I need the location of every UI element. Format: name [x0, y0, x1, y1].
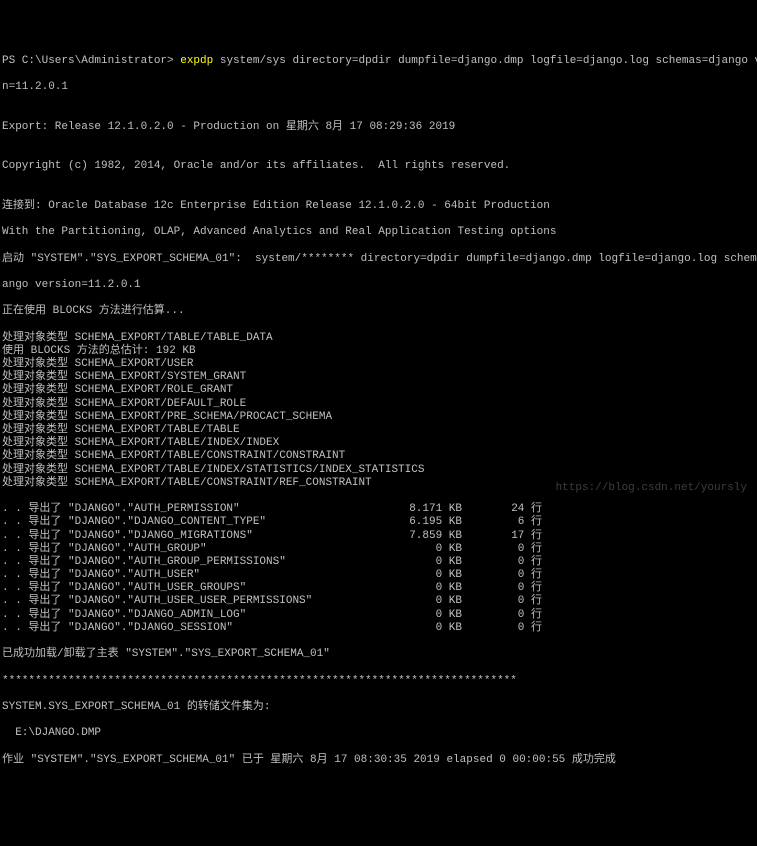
export-table-rows: 0 行: [462, 609, 542, 622]
object-type-line: 处理对象类型 SCHEMA_EXPORT/TABLE/INDEX/STATIST…: [2, 464, 755, 477]
loaded-master-table: 已成功加载/卸载了主表 "SYSTEM"."SYS_EXPORT_SCHEMA_…: [2, 648, 755, 661]
start-job-line2: ango version=11.2.0.1: [2, 279, 755, 292]
export-table-rows: 0 行: [462, 582, 542, 595]
export-table-name: . . 导出了 "DJANGO"."AUTH_GROUP_PERMISSIONS…: [2, 556, 362, 569]
object-type-line: 处理对象类型 SCHEMA_EXPORT/TABLE/TABLE: [2, 424, 755, 437]
dump-set-line: SYSTEM.SYS_EXPORT_SCHEMA_01 的转储文件集为:: [2, 701, 755, 714]
start-job-line1: 启动 "SYSTEM"."SYS_EXPORT_SCHEMA_01": syst…: [2, 253, 755, 266]
separator-line: ****************************************…: [2, 675, 755, 688]
copyright-line: Copyright (c) 1982, 2014, Oracle and/or …: [2, 160, 755, 173]
prompt-line: PS C:\Users\Administrator> expdp system/…: [2, 55, 755, 68]
export-row: . . 导出了 "DJANGO"."AUTH_USER_GROUPS"0 KB0…: [2, 582, 755, 595]
object-type-line: 处理对象类型 SCHEMA_EXPORT/TABLE/CONSTRAINT/CO…: [2, 450, 755, 463]
export-table-rows: 24 行: [462, 503, 542, 516]
export-table-name: . . 导出了 "DJANGO"."AUTH_USER_USER_PERMISS…: [2, 595, 362, 608]
export-row: . . 导出了 "DJANGO"."AUTH_USER_USER_PERMISS…: [2, 595, 755, 608]
export-table-rows: 6 行: [462, 516, 542, 529]
export-row: . . 导出了 "DJANGO"."DJANGO_SESSION"0 KB0 行: [2, 622, 755, 635]
dump-file-line: E:\DJANGO.DMP: [2, 727, 755, 740]
export-table-size: 0 KB: [362, 543, 462, 556]
export-table-size: 0 KB: [362, 622, 462, 635]
export-table-name: . . 导出了 "DJANGO"."DJANGO_ADMIN_LOG": [2, 609, 362, 622]
object-type-line: 处理对象类型 SCHEMA_EXPORT/ROLE_GRANT: [2, 384, 755, 397]
job-completed-line: 作业 "SYSTEM"."SYS_EXPORT_SCHEMA_01" 已于 星期…: [2, 754, 755, 767]
export-table-name: . . 导出了 "DJANGO"."DJANGO_MIGRATIONS": [2, 530, 362, 543]
export-row: . . 导出了 "DJANGO"."DJANGO_ADMIN_LOG"0 KB0…: [2, 609, 755, 622]
export-table-rows: 0 行: [462, 595, 542, 608]
export-row: . . 导出了 "DJANGO"."DJANGO_MIGRATIONS"7.85…: [2, 530, 755, 543]
object-type-line: 处理对象类型 SCHEMA_EXPORT/USER: [2, 358, 755, 371]
export-table-size: 6.195 KB: [362, 516, 462, 529]
export-table-name: . . 导出了 "DJANGO"."AUTH_USER_GROUPS": [2, 582, 362, 595]
export-row: . . 导出了 "DJANGO"."AUTH_USER"0 KB0 行: [2, 569, 755, 582]
export-table-rows: 17 行: [462, 530, 542, 543]
export-table-name: . . 导出了 "DJANGO"."DJANGO_SESSION": [2, 622, 362, 635]
using-blocks-line: 正在使用 BLOCKS 方法进行估算...: [2, 305, 755, 318]
prompt-prefix: PS C:\Users\Administrator>: [2, 55, 180, 67]
object-type-line: 使用 BLOCKS 方法的总估计: 192 KB: [2, 345, 755, 358]
export-table-size: 0 KB: [362, 582, 462, 595]
export-table-name: . . 导出了 "DJANGO"."AUTH_USER": [2, 569, 362, 582]
export-table-name: . . 导出了 "DJANGO"."AUTH_PERMISSION": [2, 503, 362, 516]
with-options-line: With the Partitioning, OLAP, Advanced An…: [2, 226, 755, 239]
export-release: Export: Release 12.1.0.2.0 - Production …: [2, 121, 755, 134]
export-row: . . 导出了 "DJANGO"."DJANGO_CONTENT_TYPE"6.…: [2, 516, 755, 529]
export-table-rows: 0 行: [462, 622, 542, 635]
exports-list: . . 导出了 "DJANGO"."AUTH_PERMISSION"8.171 …: [2, 503, 755, 635]
export-table-rows: 0 行: [462, 569, 542, 582]
export-table-size: 0 KB: [362, 609, 462, 622]
export-table-name: . . 导出了 "DJANGO"."DJANGO_CONTENT_TYPE": [2, 516, 362, 529]
export-row: . . 导出了 "DJANGO"."AUTH_GROUP"0 KB0 行: [2, 543, 755, 556]
export-row: . . 导出了 "DJANGO"."AUTH_GROUP_PERMISSIONS…: [2, 556, 755, 569]
watermark-text: https://blog.csdn.net/yoursly: [556, 482, 747, 495]
object-type-line: 处理对象类型 SCHEMA_EXPORT/TABLE/TABLE_DATA: [2, 332, 755, 345]
command-args-line2: n=11.2.0.1: [2, 81, 755, 94]
connected-line: 连接到: Oracle Database 12c Enterprise Edit…: [2, 200, 755, 213]
object-type-line: 处理对象类型 SCHEMA_EXPORT/PRE_SCHEMA/PROCACT_…: [2, 411, 755, 424]
export-table-rows: 0 行: [462, 543, 542, 556]
export-table-name: . . 导出了 "DJANGO"."AUTH_GROUP": [2, 543, 362, 556]
command-args: system/sys directory=dpdir dumpfile=djan…: [213, 55, 757, 67]
export-table-size: 0 KB: [362, 569, 462, 582]
export-table-size: 0 KB: [362, 556, 462, 569]
object-type-line: 处理对象类型 SCHEMA_EXPORT/DEFAULT_ROLE: [2, 398, 755, 411]
export-table-size: 7.859 KB: [362, 530, 462, 543]
command-name: expdp: [180, 55, 213, 67]
object-type-line: 处理对象类型 SCHEMA_EXPORT/SYSTEM_GRANT: [2, 371, 755, 384]
export-row: . . 导出了 "DJANGO"."AUTH_PERMISSION"8.171 …: [2, 503, 755, 516]
export-table-size: 8.171 KB: [362, 503, 462, 516]
object-type-line: 处理对象类型 SCHEMA_EXPORT/TABLE/INDEX/INDEX: [2, 437, 755, 450]
export-table-rows: 0 行: [462, 556, 542, 569]
export-table-size: 0 KB: [362, 595, 462, 608]
object-types-list: 处理对象类型 SCHEMA_EXPORT/TABLE/TABLE_DATA使用 …: [2, 332, 755, 490]
